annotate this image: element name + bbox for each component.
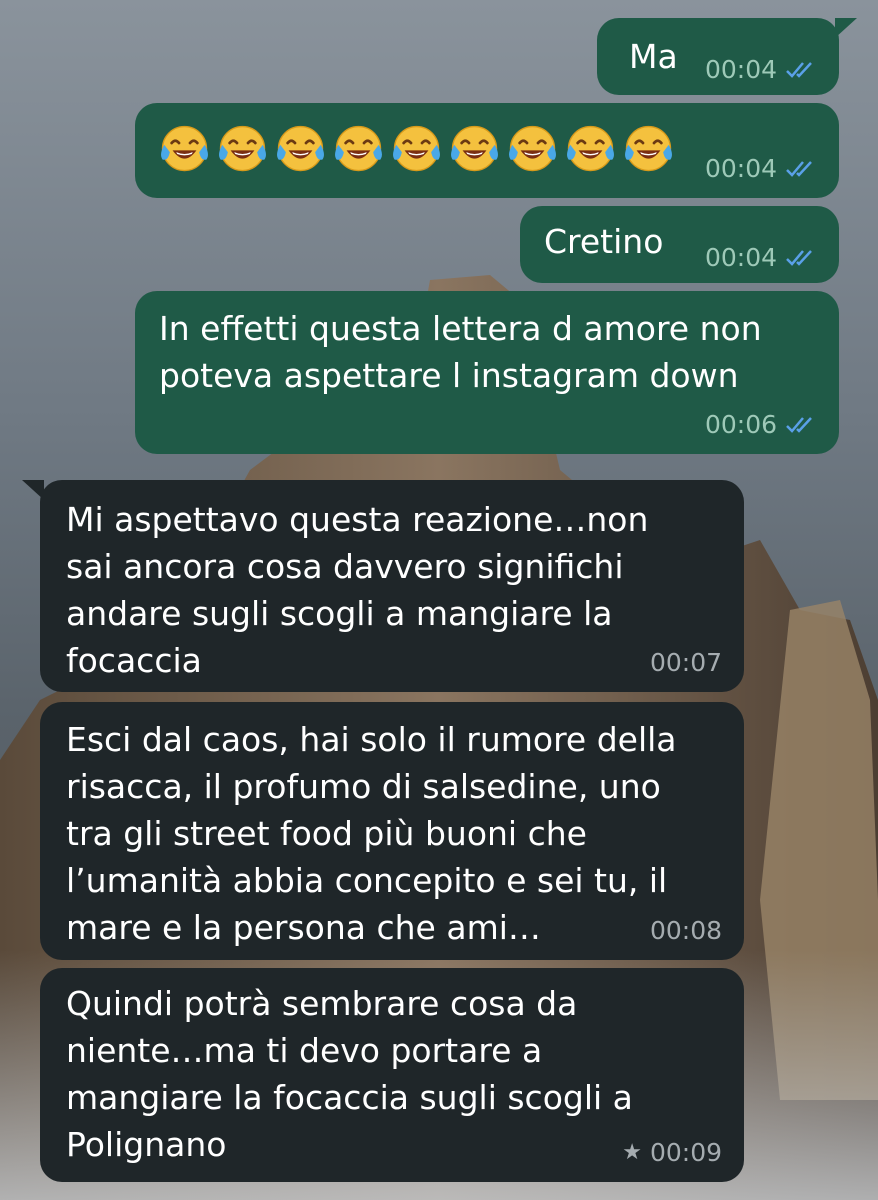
message-bubble-incoming[interactable]: Quindi potrà sembrare cosa da niente…ma … [40, 968, 744, 1182]
message-text: Esci dal caos, hai solo il rumore della … [66, 720, 677, 947]
message-meta: 00:04 [705, 243, 817, 273]
message-time: 00:04 [704, 55, 777, 84]
message-text: In effetti questa lettera d amore non po… [159, 309, 762, 395]
message-bubble-outgoing[interactable]: 00:04 [135, 103, 839, 198]
message-time: 00:04 [704, 243, 777, 272]
message-meta: 00:07 [650, 648, 722, 678]
message-bubble-incoming[interactable]: Esci dal caos, hai solo il rumore della … [40, 702, 744, 960]
face-with-tears-of-joy-emoji [277, 125, 324, 172]
message-bubble-outgoing[interactable]: In effetti questa lettera d amore non po… [135, 291, 839, 454]
face-with-tears-of-joy-emoji [567, 125, 614, 172]
message-bubble-outgoing[interactable]: Cretino 00:04 [520, 206, 839, 283]
message-time: 00:08 [649, 916, 722, 945]
face-with-tears-of-joy-emoji [219, 125, 266, 172]
message-text: Quindi potrà sembrare cosa da niente…ma … [66, 984, 633, 1164]
message-meta: ★ 00:09 [622, 1138, 722, 1168]
bubble-tail [835, 18, 857, 38]
message-text: Mi aspettavo questa reazione…non sai anc… [66, 500, 649, 680]
face-with-tears-of-joy-emoji [393, 125, 440, 172]
message-time: 00:09 [649, 1138, 722, 1167]
face-with-tears-of-joy-emoji [625, 125, 672, 172]
message-time: 00:06 [704, 410, 777, 439]
double-check-icon [785, 159, 817, 179]
double-check-icon [785, 248, 817, 268]
message-time: 00:07 [649, 648, 722, 677]
double-check-icon [785, 60, 817, 80]
message-time: 00:04 [704, 154, 777, 183]
bubble-tail [22, 480, 44, 500]
face-with-tears-of-joy-emoji [335, 125, 382, 172]
message-bubble-outgoing[interactable]: Ma 00:04 [597, 18, 857, 95]
message-meta: 00:04 [705, 154, 817, 184]
message-meta: 00:04 [705, 55, 817, 85]
face-with-tears-of-joy-emoji [161, 125, 208, 172]
message-meta: 00:08 [650, 916, 722, 946]
face-with-tears-of-joy-emoji [509, 125, 556, 172]
message-bubble-incoming[interactable]: Mi aspettavo questa reazione…non sai anc… [22, 480, 744, 692]
message-meta: 00:06 [705, 410, 817, 440]
double-check-icon [785, 415, 817, 435]
emoji-row [157, 121, 676, 176]
face-with-tears-of-joy-emoji [451, 125, 498, 172]
star-icon: ★ [622, 1140, 642, 1165]
